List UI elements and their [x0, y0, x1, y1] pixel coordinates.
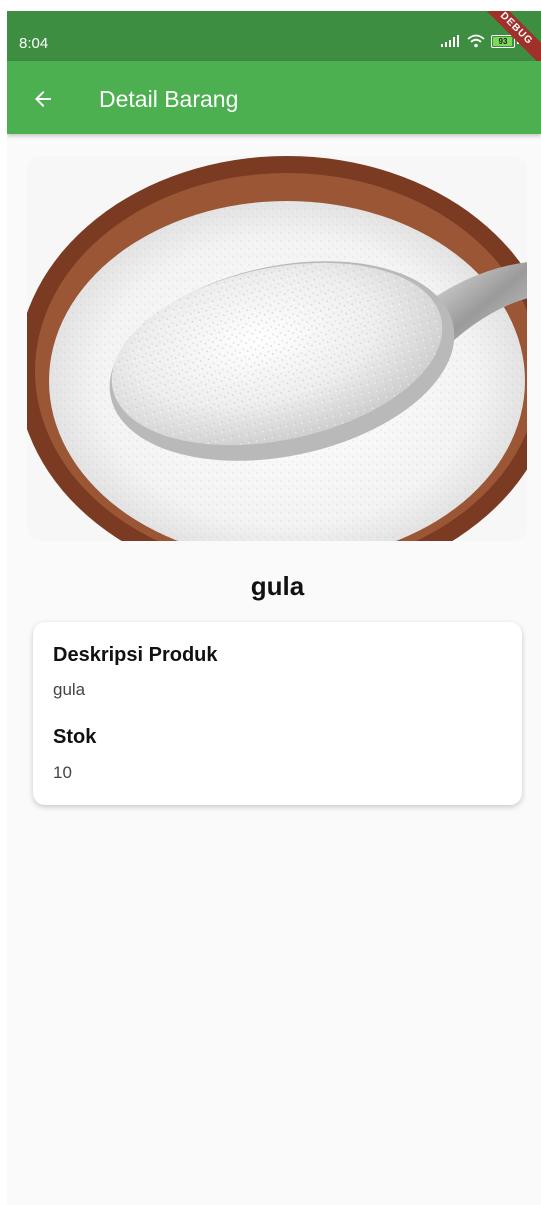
- product-name: gula: [250, 571, 305, 601]
- sugar-spoon-photo: [27, 156, 527, 541]
- description-label: Deskripsi Produk: [53, 644, 218, 666]
- status-bar: 8:04 93 DEBUG: [7, 11, 541, 74]
- back-button[interactable]: [23, 79, 63, 119]
- battery-level: 93: [498, 36, 508, 46]
- signal-bars-icon: [441, 35, 459, 47]
- product-image: [27, 156, 527, 541]
- wifi-icon: [467, 34, 485, 48]
- status-icons: 93: [441, 34, 519, 48]
- status-time: 8:04: [19, 35, 49, 52]
- device-screen: 8:04 93 DEBUG Detail Barang gula Deskrip…: [7, 11, 541, 1205]
- stock-label: Stok: [53, 726, 97, 748]
- description-value: gula: [53, 680, 86, 699]
- arrow-back-icon: [35, 91, 51, 107]
- stock-value: 10: [53, 763, 72, 782]
- product-info-card: Deskripsi Produk gula Stok 10: [33, 622, 522, 805]
- app-bar: Detail Barang: [7, 61, 541, 134]
- page-title: Detail Barang: [99, 86, 239, 112]
